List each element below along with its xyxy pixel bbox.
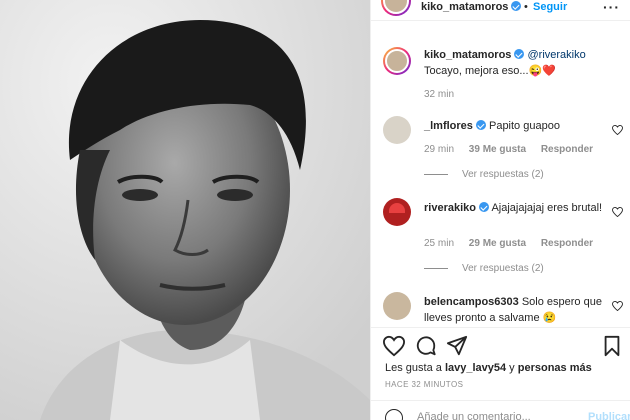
view-replies-button[interactable]: Ver respuestas (2) (424, 263, 544, 274)
comment-likes[interactable]: 39 Me gusta (469, 144, 526, 155)
verified-icon (475, 120, 486, 130)
comment-meta: 29 min 39 Me gusta Responder (424, 144, 605, 155)
post-header: kiko_matamoros • Seguir ··· (371, 0, 630, 16)
avatar[interactable] (383, 292, 411, 320)
view-replies-button[interactable]: Ver respuestas (2) (424, 169, 544, 180)
comment-username[interactable]: riverakiko (424, 202, 476, 214)
comment-username[interactable]: belencampos6303 (424, 296, 519, 308)
caption-text: kiko_matamoros @riverakiko Tocayo, mejor… (424, 47, 609, 79)
caption: kiko_matamoros @riverakiko Tocayo, mejor… (371, 45, 630, 105)
comment-meta: 25 min 29 Me gusta Responder (424, 238, 605, 249)
add-comment-bar: Añade un comentario... Publicar (385, 409, 630, 420)
mention-link[interactable]: @riverakiko (528, 49, 586, 61)
comment-time: 29 min (424, 144, 455, 155)
divider (371, 20, 630, 21)
likes-user[interactable]: lavy_lavy54 (445, 362, 506, 374)
author-avatar[interactable] (381, 0, 411, 16)
avatar[interactable] (383, 198, 411, 226)
likes-others[interactable]: personas más (518, 362, 592, 374)
heart-icon[interactable] (612, 207, 623, 217)
comment-text: _lmflores Papito guapoo (424, 118, 609, 134)
comment-item: _lmflores Papito guapoo 29 min 39 Me gus… (371, 116, 630, 186)
likes-middle: y (509, 362, 515, 374)
share-icon[interactable] (446, 335, 468, 357)
author-username[interactable]: kiko_matamoros (421, 1, 522, 13)
emoji-icon[interactable] (385, 409, 403, 420)
caption-emoji: 😜❤️ (528, 65, 556, 77)
reply-button[interactable]: Responder (541, 144, 593, 155)
divider (424, 268, 448, 269)
comment-username[interactable]: _lmflores (424, 120, 473, 132)
caption-time: 32 min (424, 89, 455, 100)
caption-meta: 32 min (424, 89, 466, 100)
caption-body: Tocayo, mejora eso... (424, 65, 529, 77)
comment-item: belencampos6303 Solo espero que lleves p… (371, 292, 630, 328)
comments-panel: kiko_matamoros • Seguir ··· kiko_matamor… (370, 0, 630, 420)
avatar[interactable] (383, 116, 411, 144)
comment-time: 25 min (424, 238, 455, 249)
publish-button[interactable]: Publicar (588, 411, 630, 420)
comment-likes[interactable]: 29 Me gusta (469, 238, 526, 249)
post-actions (371, 335, 630, 359)
comment-emoji: 😢 (542, 312, 557, 324)
caption-username[interactable]: kiko_matamoros (424, 49, 511, 61)
verified-icon (511, 1, 522, 11)
verified-icon (514, 49, 525, 59)
bookmark-icon[interactable] (601, 335, 623, 357)
comment-input[interactable]: Añade un comentario... (417, 411, 531, 420)
divider (371, 327, 630, 328)
divider (424, 174, 448, 175)
comment-text: belencampos6303 Solo espero que lleves p… (424, 294, 609, 326)
post-timestamp[interactable]: HACE 32 MINUTOS (385, 380, 463, 389)
comment-body: Ajajajajajaj eres brutal! (491, 202, 603, 214)
portrait-image (0, 0, 370, 420)
divider (371, 400, 630, 401)
more-icon[interactable]: ··· (603, 0, 620, 15)
avatar[interactable] (383, 47, 411, 75)
heart-icon[interactable] (612, 301, 623, 311)
heart-icon[interactable] (383, 335, 405, 357)
comment-text: riverakiko Ajajajajajaj eres brutal! (424, 200, 609, 216)
likes-summary: Les gusta a lavy_lavy54 y personas más (385, 362, 592, 374)
follow-button[interactable]: Seguir (533, 1, 567, 13)
comment-body: Papito guapoo (488, 120, 560, 132)
post-photo[interactable] (0, 0, 370, 420)
verified-icon (478, 202, 489, 212)
likes-prefix: Les gusta a (385, 362, 442, 374)
comment-icon[interactable] (415, 335, 437, 357)
comment-item: riverakiko Ajajajajajaj eres brutal! 25 … (371, 198, 630, 278)
separator-dot: • (524, 1, 528, 13)
heart-icon[interactable] (612, 125, 623, 135)
reply-button[interactable]: Responder (541, 238, 593, 249)
